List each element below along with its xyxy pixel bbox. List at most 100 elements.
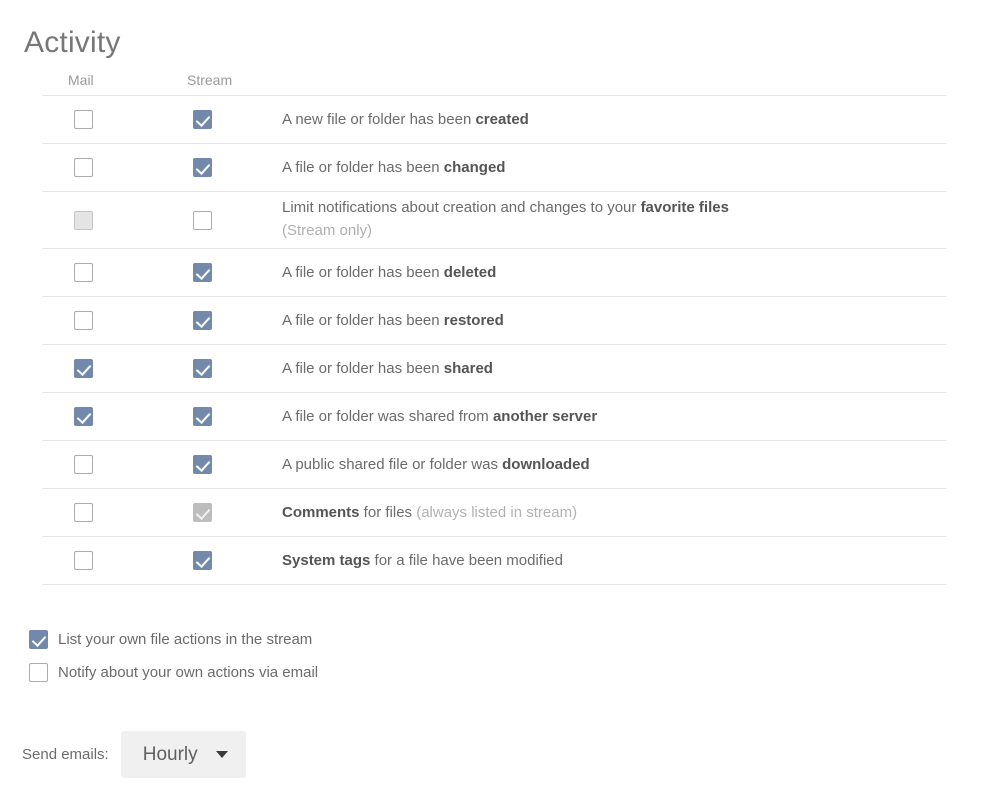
table-row: A file or folder has been restored (42, 296, 946, 345)
page-title: Activity (24, 26, 121, 59)
description-prefix: A file or folder has been (282, 359, 444, 377)
option-row-notify-own-actions: Notify about your own actions via email (29, 661, 318, 684)
mail-checkbox[interactable] (74, 503, 93, 522)
description-prefix: A file or folder has been (282, 263, 444, 281)
table-row: A file or folder has been changed (42, 143, 946, 192)
mail-checkbox-cell (42, 249, 161, 297)
checkbox-notify-own-actions[interactable] (29, 663, 48, 682)
activity-description-cell: System tags for a file have been modifie… (280, 537, 946, 585)
stream-checkbox[interactable] (193, 359, 212, 378)
description-suffix: for files (359, 503, 417, 521)
description-emphasis: deleted (443, 263, 497, 281)
chevron-down-icon (215, 751, 228, 758)
stream-checkbox (193, 503, 212, 522)
mail-checkbox-cell (42, 393, 161, 441)
stream-checkbox[interactable] (193, 407, 212, 426)
mail-checkbox-cell (42, 537, 161, 585)
description-emphasis: another server (492, 407, 598, 425)
mail-checkbox[interactable] (74, 455, 93, 474)
stream-checkbox-cell (161, 144, 280, 192)
description-emphasis: Comments (282, 503, 360, 521)
activity-description-cell: A new file or folder has been created (280, 96, 946, 144)
mail-checkbox-cell (42, 441, 161, 489)
table-row: A file or folder has been deleted (42, 248, 946, 297)
table-row: A public shared file or folder was downl… (42, 440, 946, 489)
mail-checkbox (74, 210, 93, 230)
mail-checkbox[interactable] (74, 110, 93, 129)
mail-checkbox-cell (42, 96, 161, 144)
description-prefix: A file or folder has been (282, 311, 444, 329)
stream-checkbox[interactable] (193, 455, 212, 474)
description-prefix: A new file or folder has been (282, 110, 476, 128)
description-prefix: A file or folder was shared from (282, 407, 493, 425)
send-emails-label: Send emails: (22, 746, 109, 763)
global-options-list: List your own file actions in the stream… (29, 628, 318, 694)
description-emphasis: created (475, 110, 529, 128)
table-row: Limit notifications about creation and c… (42, 191, 946, 249)
option-label-list-own-actions[interactable]: List your own file actions in the stream (58, 630, 312, 650)
mail-checkbox-cell (42, 297, 161, 345)
stream-checkbox-cell (161, 537, 280, 585)
stream-checkbox[interactable] (193, 263, 212, 282)
description-emphasis: shared (443, 359, 493, 377)
activity-description-cell: A file or folder was shared from another… (280, 393, 946, 441)
stream-checkbox-cell (161, 96, 280, 144)
send-emails-row: Send emails: Hourly (22, 731, 246, 778)
stream-checkbox-cell (161, 249, 280, 297)
checkbox-list-own-actions[interactable] (29, 630, 48, 649)
mail-checkbox[interactable] (74, 551, 93, 570)
column-header-mail: Mail (68, 72, 94, 88)
stream-checkbox[interactable] (193, 551, 212, 570)
table-body: A new file or folder has been created A f… (42, 95, 946, 585)
mail-checkbox-cell (42, 192, 161, 249)
mail-checkbox-cell (42, 489, 161, 537)
stream-checkbox-cell (161, 441, 280, 489)
description-subtext: (Stream only) (282, 222, 373, 239)
stream-checkbox-cell (161, 297, 280, 345)
stream-checkbox-cell (161, 345, 280, 393)
option-row-list-own-actions: List your own file actions in the stream (29, 628, 318, 651)
activity-description-cell: Comments for files (always listed in str… (280, 489, 946, 537)
stream-checkbox-cell (161, 192, 280, 249)
stream-checkbox[interactable] (193, 110, 212, 129)
table-row: A new file or folder has been created (42, 95, 946, 144)
activity-description-cell: A public shared file or folder was downl… (280, 441, 946, 489)
activity-description-cell: A file or folder has been shared (280, 345, 946, 393)
column-header-description (280, 72, 946, 96)
mail-checkbox[interactable] (74, 359, 93, 378)
description-prefix: A public shared file or folder was (282, 455, 503, 473)
table-header: Mail Stream (42, 72, 946, 96)
mail-checkbox[interactable] (74, 407, 93, 426)
stream-checkbox-cell (161, 393, 280, 441)
description-emphasis: System tags (282, 551, 371, 569)
activity-notification-table: Mail Stream A new file or folder has bee… (42, 72, 946, 585)
description-prefix: Limit notifications about creation and c… (282, 199, 641, 216)
stream-checkbox[interactable] (193, 210, 212, 230)
table-row: Comments for files (always listed in str… (42, 488, 946, 537)
table-header-row: Mail Stream (42, 72, 946, 96)
option-label-notify-own-actions[interactable]: Notify about your own actions via email (58, 663, 318, 683)
mail-checkbox[interactable] (74, 311, 93, 330)
mail-checkbox[interactable] (74, 263, 93, 282)
mail-checkbox[interactable] (74, 158, 93, 177)
mail-checkbox-cell (42, 345, 161, 393)
description-suffix: for a file have been modified (370, 551, 563, 569)
table-row: System tags for a file have been modifie… (42, 536, 946, 585)
activity-settings-page: Activity Mail Stream A new file or folde… (0, 0, 991, 800)
stream-checkbox-cell (161, 489, 280, 537)
activity-description-cell: A file or folder has been changed (280, 144, 946, 192)
description-emphasis: downloaded (502, 455, 590, 473)
description-emphasis: changed (443, 158, 506, 176)
description-note: (always listed in stream) (416, 503, 578, 521)
description-emphasis: restored (443, 311, 504, 329)
stream-checkbox[interactable] (193, 311, 212, 330)
description-prefix: A file or folder has been (282, 158, 444, 176)
description-emphasis: favorite files (640, 199, 729, 216)
activity-description-cell: A file or folder has been deleted (280, 249, 946, 297)
table-row: A file or folder has been shared (42, 344, 946, 393)
table-row: A file or folder was shared from another… (42, 392, 946, 441)
activity-description-cell: A file or folder has been restored (280, 297, 946, 345)
send-emails-select[interactable]: Hourly (120, 731, 246, 778)
mail-checkbox-cell (42, 144, 161, 192)
stream-checkbox[interactable] (193, 158, 212, 177)
